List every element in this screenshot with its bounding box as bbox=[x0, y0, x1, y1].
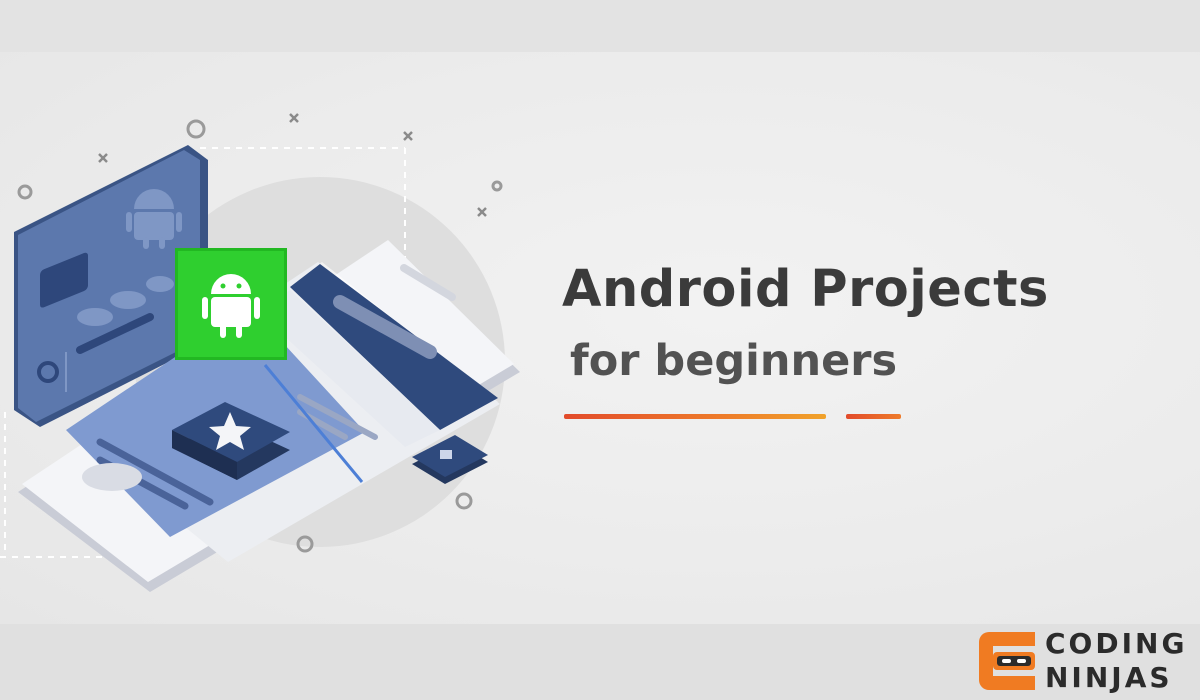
accent-line-long bbox=[564, 414, 826, 419]
banner-subtitle: for beginners bbox=[570, 336, 898, 386]
banner-title: Android Projects bbox=[562, 260, 1049, 319]
brand-name-line1: CODING bbox=[1045, 627, 1188, 660]
accent-line-short bbox=[846, 414, 901, 419]
brand-name-line2: NINJAS bbox=[1045, 661, 1173, 694]
phone-illustration bbox=[0, 113, 520, 592]
banner: Android Projects for beginners bbox=[0, 52, 1200, 624]
ninja-logo-icon bbox=[979, 632, 1035, 690]
top-band bbox=[0, 0, 1200, 52]
brand-logo: CODING NINJAS bbox=[975, 628, 1197, 696]
android-badge bbox=[175, 248, 287, 360]
